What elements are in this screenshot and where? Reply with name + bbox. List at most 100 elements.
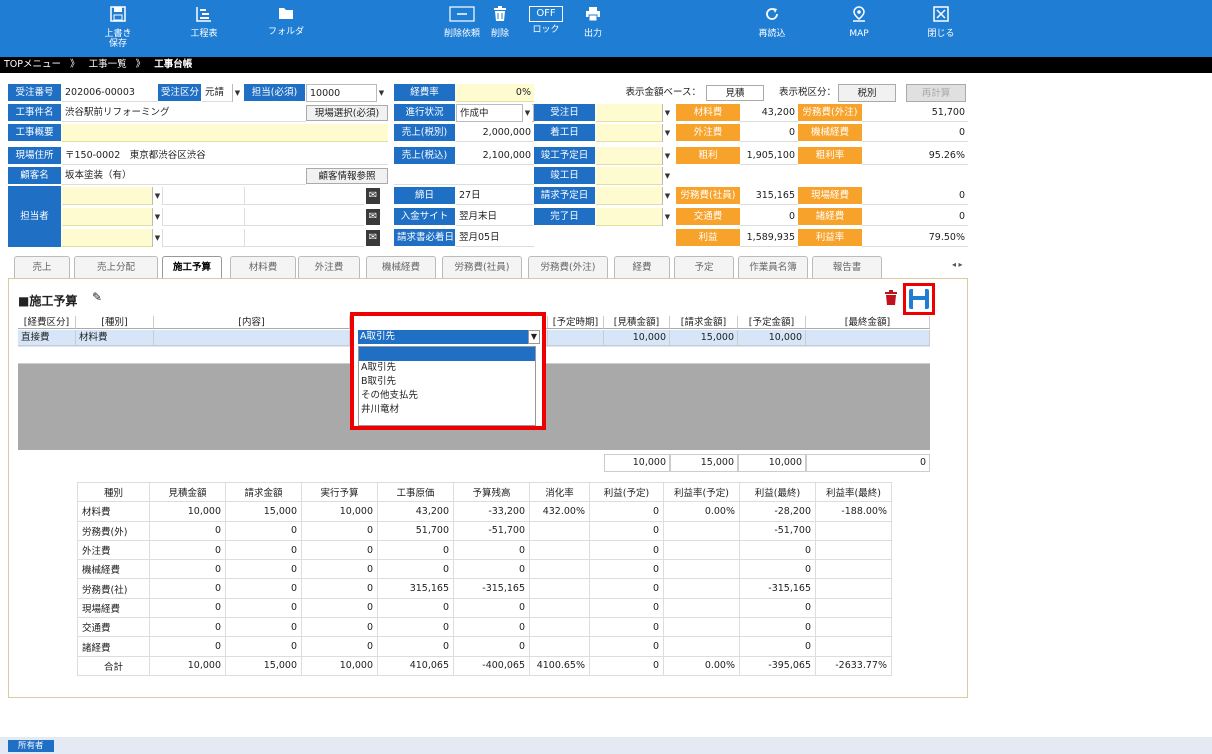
grid-cell-0[interactable]: 直接費: [18, 330, 76, 346]
summary-cell: -51,700: [739, 520, 816, 541]
grid-cell-1[interactable]: 材料費: [76, 330, 154, 346]
tab-2[interactable]: 施工予算: [162, 256, 222, 278]
tab-scroll-arrows[interactable]: ◂ ▸: [952, 260, 963, 269]
chevron-down-icon[interactable]: ▼: [662, 147, 672, 165]
mail-icon[interactable]: ✉: [366, 188, 380, 204]
grid-cell-5[interactable]: 10,000: [604, 330, 670, 346]
staff-select-2[interactable]: [62, 208, 162, 226]
save-budget-button[interactable]: [903, 283, 935, 315]
supplier-option[interactable]: その他支払先: [359, 389, 535, 403]
supplier-select-value[interactable]: A取引先: [358, 330, 528, 344]
supplier-option[interactable]: A取引先: [359, 361, 535, 375]
chevron-down-icon[interactable]: ▼: [152, 208, 162, 226]
tab-10[interactable]: 作業員名簿: [738, 256, 808, 278]
summary-cell: -28,200: [739, 501, 816, 522]
outsource-value: 0: [740, 124, 798, 142]
save-button[interactable]: 上書き 保存: [90, 4, 146, 52]
chevron-down-icon[interactable]: ▼: [376, 84, 386, 102]
tax-button[interactable]: 税別: [838, 84, 896, 102]
summary-cell: 0: [589, 636, 664, 657]
tab-1[interactable]: 売上分配: [74, 256, 158, 278]
order-date-input[interactable]: [596, 104, 670, 122]
client-ref-button[interactable]: 顧客情報参照: [306, 168, 388, 184]
summary-cell: [815, 578, 892, 599]
finish-input[interactable]: [596, 167, 670, 185]
machine-label: 機械経費: [798, 124, 862, 142]
summary-header: 利益(予定): [589, 481, 664, 503]
tab-0[interactable]: 売上: [14, 256, 70, 278]
sales-in-value: 2,100,000: [456, 147, 534, 165]
staff-select-1[interactable]: [62, 187, 162, 205]
supplier-options-list[interactable]: A取引先 B取引先 その他支払先 井川竜材: [358, 346, 536, 426]
trash-icon[interactable]: [884, 290, 898, 309]
summary-cell: 15,000: [225, 501, 302, 522]
grid-total-0: 10,000: [604, 454, 670, 472]
tab-5[interactable]: 機械経費: [366, 256, 436, 278]
folder-button[interactable]: フォルダ: [258, 4, 314, 52]
grid-cell-6[interactable]: 15,000: [670, 330, 738, 346]
chevron-down-icon[interactable]: ▼: [662, 187, 672, 205]
summary-cell: 0: [301, 559, 378, 580]
chevron-down-icon[interactable]: ▼: [528, 330, 540, 344]
summary-cell: 10,000: [301, 501, 378, 522]
pencil-icon[interactable]: ✎: [92, 290, 102, 304]
site-select-button[interactable]: 現場選択(必須): [306, 105, 388, 121]
tab-11[interactable]: 報告書: [812, 256, 882, 278]
finish-plan-input[interactable]: [596, 147, 670, 165]
chevron-down-icon[interactable]: ▼: [152, 187, 162, 205]
grid-total-2: 10,000: [738, 454, 806, 472]
close-button[interactable]: 閉じる: [913, 4, 969, 52]
tab-7[interactable]: 労務費(外注): [528, 256, 608, 278]
summary-label: 工事概要: [8, 124, 62, 142]
chevron-down-icon[interactable]: ▼: [232, 84, 242, 102]
summary-cell: [663, 636, 740, 657]
chevron-down-icon[interactable]: ▼: [152, 229, 162, 247]
supplier-option[interactable]: [359, 347, 535, 361]
mail-icon[interactable]: ✉: [366, 209, 380, 225]
grid-cell-4[interactable]: [548, 330, 604, 346]
exp-rate-input[interactable]: 0%: [456, 84, 534, 102]
billplan-input[interactable]: [596, 187, 670, 205]
summary-cell: [529, 559, 590, 580]
tab-9[interactable]: 予定: [674, 256, 734, 278]
tab-4[interactable]: 外注費: [298, 256, 360, 278]
chevron-down-icon[interactable]: ▼: [662, 124, 672, 142]
tab-8[interactable]: 経費: [614, 256, 670, 278]
supplier-option[interactable]: 井川竜材: [359, 403, 535, 417]
grid-cell-2[interactable]: [154, 330, 350, 346]
grid-cell-7[interactable]: 10,000: [738, 330, 806, 346]
misc-label: 諸経費: [798, 208, 862, 226]
staff-select-3[interactable]: [62, 229, 162, 247]
complete-input[interactable]: [596, 208, 670, 226]
tab-3[interactable]: 材料費: [230, 256, 296, 278]
reload-button[interactable]: 再読込: [744, 4, 800, 52]
recalc-button[interactable]: 再計算: [906, 84, 966, 102]
grid-header-7: [予定金額]: [738, 316, 806, 329]
schedule-button[interactable]: 工程表: [176, 4, 232, 52]
chevron-down-icon[interactable]: ▼: [522, 104, 532, 122]
chevron-down-icon[interactable]: ▼: [662, 167, 672, 185]
deposit-value: 翌月末日: [456, 208, 534, 226]
base-button[interactable]: 見積: [706, 85, 764, 101]
owner-select[interactable]: 10000: [306, 84, 378, 102]
supplier-dropdown[interactable]: A取引先 ▼ A取引先 B取引先 その他支払先 井川竜材: [350, 312, 546, 430]
staff-field: [162, 229, 244, 247]
chevron-down-icon[interactable]: ▼: [662, 208, 672, 226]
print-button[interactable]: 出力: [565, 4, 621, 52]
breadcrumb-top[interactable]: TOPメニュー: [4, 59, 61, 70]
grid-cell-8[interactable]: [806, 330, 930, 346]
breadcrumb-list[interactable]: 工事一覧: [89, 59, 127, 70]
section-title: ■施工予算: [18, 294, 78, 308]
supplier-option[interactable]: B取引先: [359, 375, 535, 389]
address-label: 現場住所: [8, 147, 62, 165]
map-button[interactable]: MAP: [831, 4, 887, 52]
summary-cell: 0: [589, 655, 664, 676]
summary-cell: 0: [377, 597, 454, 619]
name-value[interactable]: 渋谷駅前リフォーミング: [62, 104, 306, 122]
mail-icon[interactable]: ✉: [366, 230, 380, 246]
summary-input[interactable]: [62, 124, 388, 142]
tab-6[interactable]: 労務費(社員): [442, 256, 522, 278]
chevron-down-icon[interactable]: ▼: [662, 104, 672, 122]
start-date-input[interactable]: [596, 124, 670, 142]
finish-plan-label: 竣工予定日: [534, 147, 596, 165]
